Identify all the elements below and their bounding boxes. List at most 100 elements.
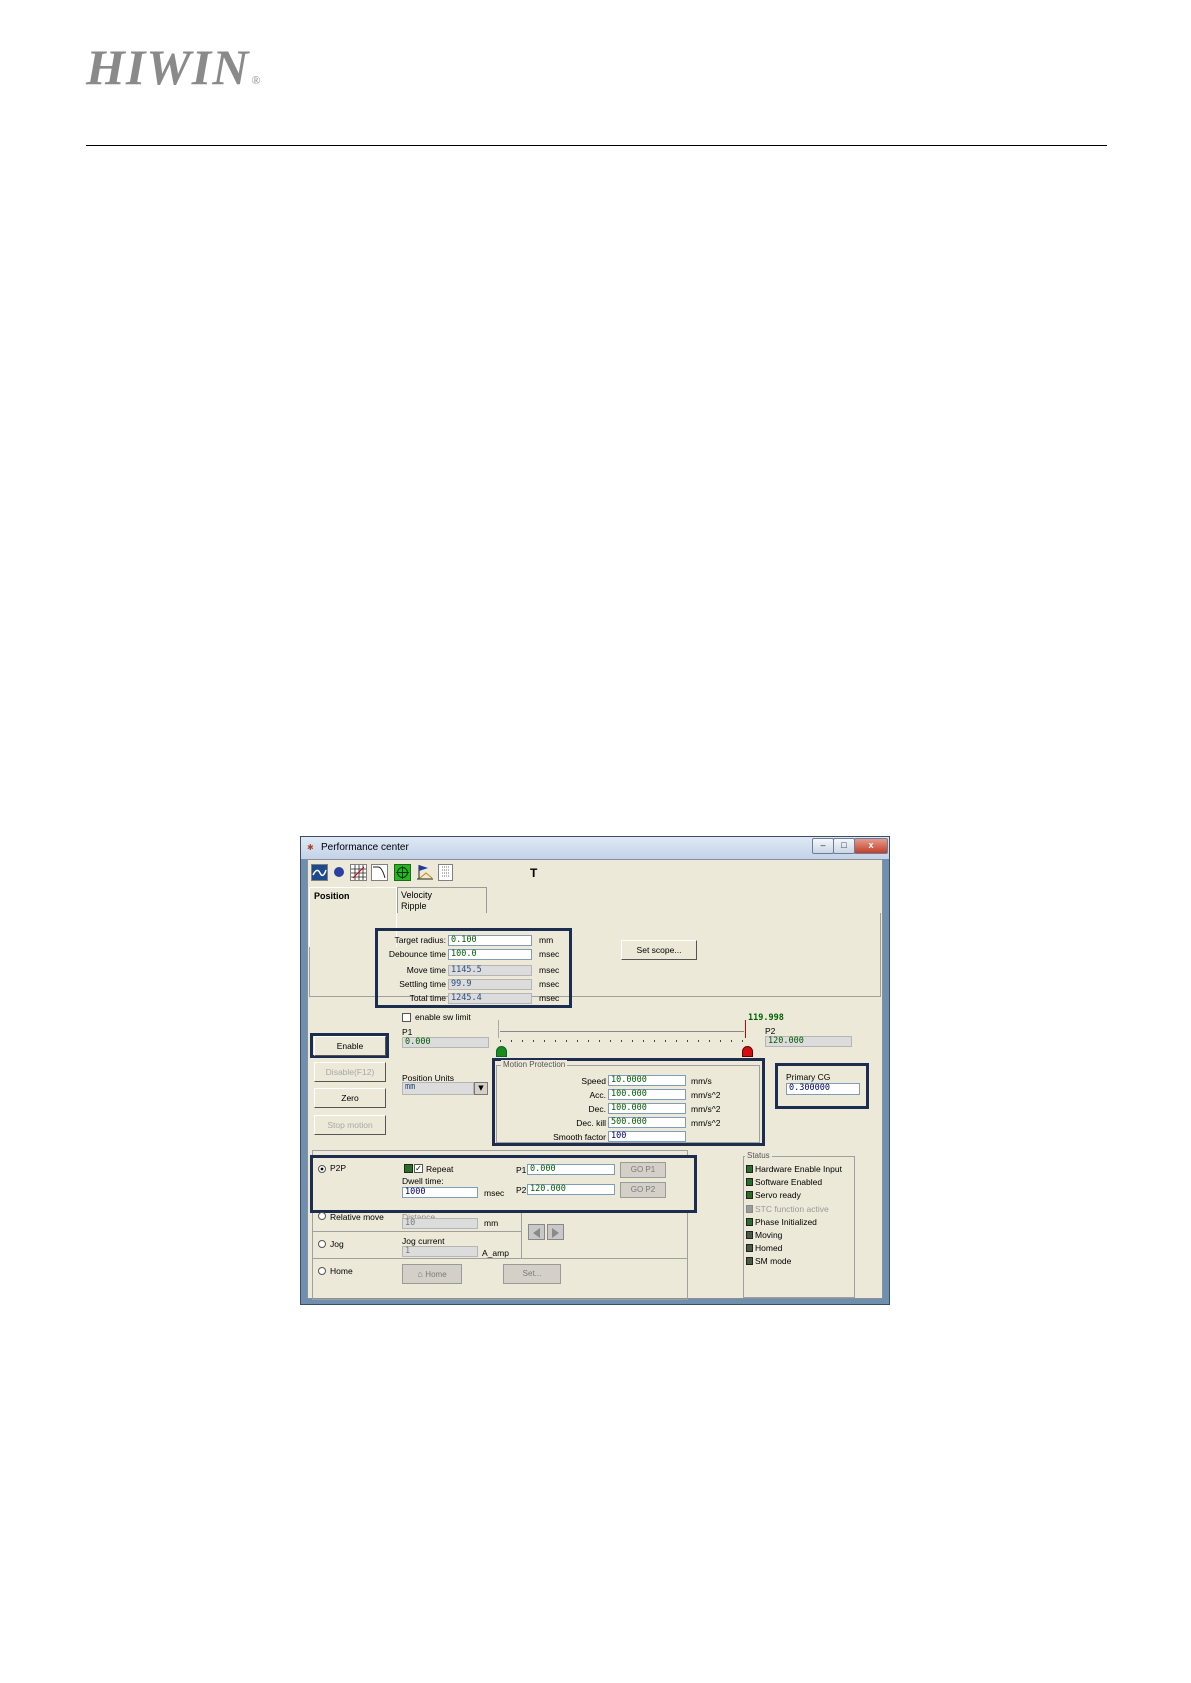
client-area: T Position Velocity Ripple Target radius:… xyxy=(307,859,883,1300)
home-radio[interactable] xyxy=(318,1267,326,1275)
set-scope-button[interactable]: Set scope... xyxy=(621,940,697,960)
status-stc-function-active: STC function active xyxy=(755,1204,829,1214)
go-p2-button[interactable]: GO P2 xyxy=(620,1182,666,1198)
jog-current-unit: A_amp xyxy=(482,1248,509,1258)
p2p-radio[interactable] xyxy=(318,1165,326,1173)
mode-p2-label: P2 xyxy=(516,1185,527,1195)
status-hardware-enable-input: Hardware Enable Input xyxy=(755,1164,842,1174)
total-time-unit: msec xyxy=(539,993,560,1003)
dec-input[interactable]: 100.000 xyxy=(608,1103,686,1114)
dec-kill-input[interactable]: 500.000 xyxy=(608,1117,686,1128)
status-servo-ready: Servo ready xyxy=(755,1190,801,1200)
acc-label: Acc. xyxy=(589,1090,606,1100)
jog-radio[interactable] xyxy=(318,1240,326,1248)
close-button[interactable]: x xyxy=(854,838,888,854)
acc-input[interactable]: 100.000 xyxy=(608,1089,686,1100)
primary-cg-input[interactable]: 0.300000 xyxy=(786,1083,860,1095)
chevron-down-icon[interactable]: ▼ xyxy=(474,1082,488,1095)
position-units-select[interactable]: mm xyxy=(402,1082,474,1095)
repeat-label: Repeat xyxy=(426,1164,454,1174)
enable-sw-limit-checkbox[interactable] xyxy=(402,1013,411,1022)
position-slider-track[interactable] xyxy=(500,1031,744,1032)
mode-p2-input[interactable]: 120.000 xyxy=(527,1184,615,1195)
status-phase-initialized: Phase Initialized xyxy=(755,1217,817,1227)
go-p1-button[interactable]: GO P1 xyxy=(620,1162,666,1178)
jog-right-icon[interactable] xyxy=(547,1224,564,1240)
dec-kill-label: Dec. kill xyxy=(576,1118,606,1128)
mode-divider-jog xyxy=(312,1231,522,1232)
primary-cg-label: Primary CG xyxy=(786,1072,831,1082)
tab-velocity-ripple[interactable]: Velocity Ripple xyxy=(397,887,487,913)
target-radius-unit: mm xyxy=(539,935,554,945)
smooth-factor-input[interactable]: 100 xyxy=(608,1131,686,1142)
motion-protection-title: Motion Protection xyxy=(501,1060,568,1069)
move-time-unit: msec xyxy=(539,965,560,975)
disable-button[interactable]: Disable(F12) xyxy=(314,1062,386,1082)
debounce-time-unit: msec xyxy=(539,949,560,959)
settling-time-value: 99.9 xyxy=(448,979,532,990)
distance-input[interactable]: 10 xyxy=(402,1218,478,1229)
home-button[interactable]: ⌂ Home xyxy=(402,1264,462,1284)
repeat-checkbox[interactable]: ✓ xyxy=(414,1164,423,1173)
dwell-time-unit: msec xyxy=(484,1188,505,1198)
home-label: Home xyxy=(330,1266,353,1276)
mode-divider-home xyxy=(312,1258,688,1259)
dwell-time-input[interactable]: 1000 xyxy=(402,1187,478,1198)
status-led xyxy=(746,1191,753,1199)
slider-ticks xyxy=(500,1040,744,1042)
list-icon[interactable] xyxy=(438,864,453,881)
status-software-enabled: Software Enabled xyxy=(755,1177,823,1187)
status-moving: Moving xyxy=(755,1230,783,1240)
header-rule xyxy=(86,145,1107,146)
target-icon[interactable] xyxy=(394,864,411,881)
speed-unit: mm/s xyxy=(691,1076,712,1086)
title-bar[interactable]: ✱ Performance center – □ x xyxy=(301,837,889,859)
debounce-time-label: Debounce time xyxy=(388,949,446,959)
p1-marker[interactable] xyxy=(496,1046,507,1057)
debounce-time-input[interactable]: 100.0 xyxy=(448,949,532,960)
performance-center-window: ✱ Performance center – □ x T Position Ve… xyxy=(300,836,890,1305)
jog-current-input[interactable]: 1 xyxy=(402,1246,478,1257)
curve-icon[interactable] xyxy=(371,864,388,881)
maximize-button[interactable]: □ xyxy=(833,838,855,854)
speed-label: Speed xyxy=(581,1076,606,1086)
mode-p1-input[interactable]: 0.000 xyxy=(527,1164,615,1175)
distance-unit: mm xyxy=(484,1218,499,1228)
move-time-value: 1145.5 xyxy=(448,965,532,976)
status-title: Status xyxy=(745,1151,772,1160)
dec-kill-unit: mm/s^2 xyxy=(691,1118,721,1128)
dot-icon[interactable] xyxy=(334,867,344,877)
speed-input[interactable]: 10.0000 xyxy=(608,1075,686,1086)
enable-button[interactable]: Enable xyxy=(314,1036,386,1056)
status-homed: Homed xyxy=(755,1243,783,1253)
stop-motion-button[interactable]: Stop motion xyxy=(314,1115,386,1135)
target-radius-input[interactable]: 0.100 xyxy=(448,935,532,946)
smooth-factor-label: Smooth factor xyxy=(553,1132,606,1142)
set-button[interactable]: Set... xyxy=(503,1264,561,1284)
app-icon: ✱ xyxy=(307,843,314,852)
enable-sw-limit-label: enable sw limit xyxy=(415,1012,471,1022)
p2-marker[interactable] xyxy=(742,1046,753,1057)
jog-left-icon[interactable] xyxy=(528,1224,545,1240)
t-label[interactable]: T xyxy=(530,866,537,880)
grid-icon[interactable] xyxy=(350,864,367,881)
minimize-button[interactable]: – xyxy=(812,838,834,854)
status-led xyxy=(746,1178,753,1186)
relative-move-radio[interactable] xyxy=(318,1212,326,1220)
repeat-led xyxy=(404,1164,413,1173)
total-time-label: Total time xyxy=(409,993,446,1003)
total-time-value: 1245.4 xyxy=(448,993,532,1004)
status-led xyxy=(746,1257,753,1265)
scope-icon[interactable] xyxy=(311,864,328,881)
dec-unit: mm/s^2 xyxy=(691,1104,721,1114)
status-led xyxy=(746,1218,753,1226)
target-radius-label: Target radius: xyxy=(394,935,447,945)
zero-button[interactable]: Zero xyxy=(314,1088,386,1108)
status-sm-mode: SM mode xyxy=(755,1256,792,1266)
p1-value: 0.000 xyxy=(402,1037,489,1048)
move-time-label: Move time xyxy=(406,965,446,975)
flag-icon[interactable] xyxy=(416,863,434,881)
settling-time-unit: msec xyxy=(539,979,560,989)
dec-label: Dec. xyxy=(588,1104,606,1114)
p2p-label: P2P xyxy=(330,1163,347,1173)
